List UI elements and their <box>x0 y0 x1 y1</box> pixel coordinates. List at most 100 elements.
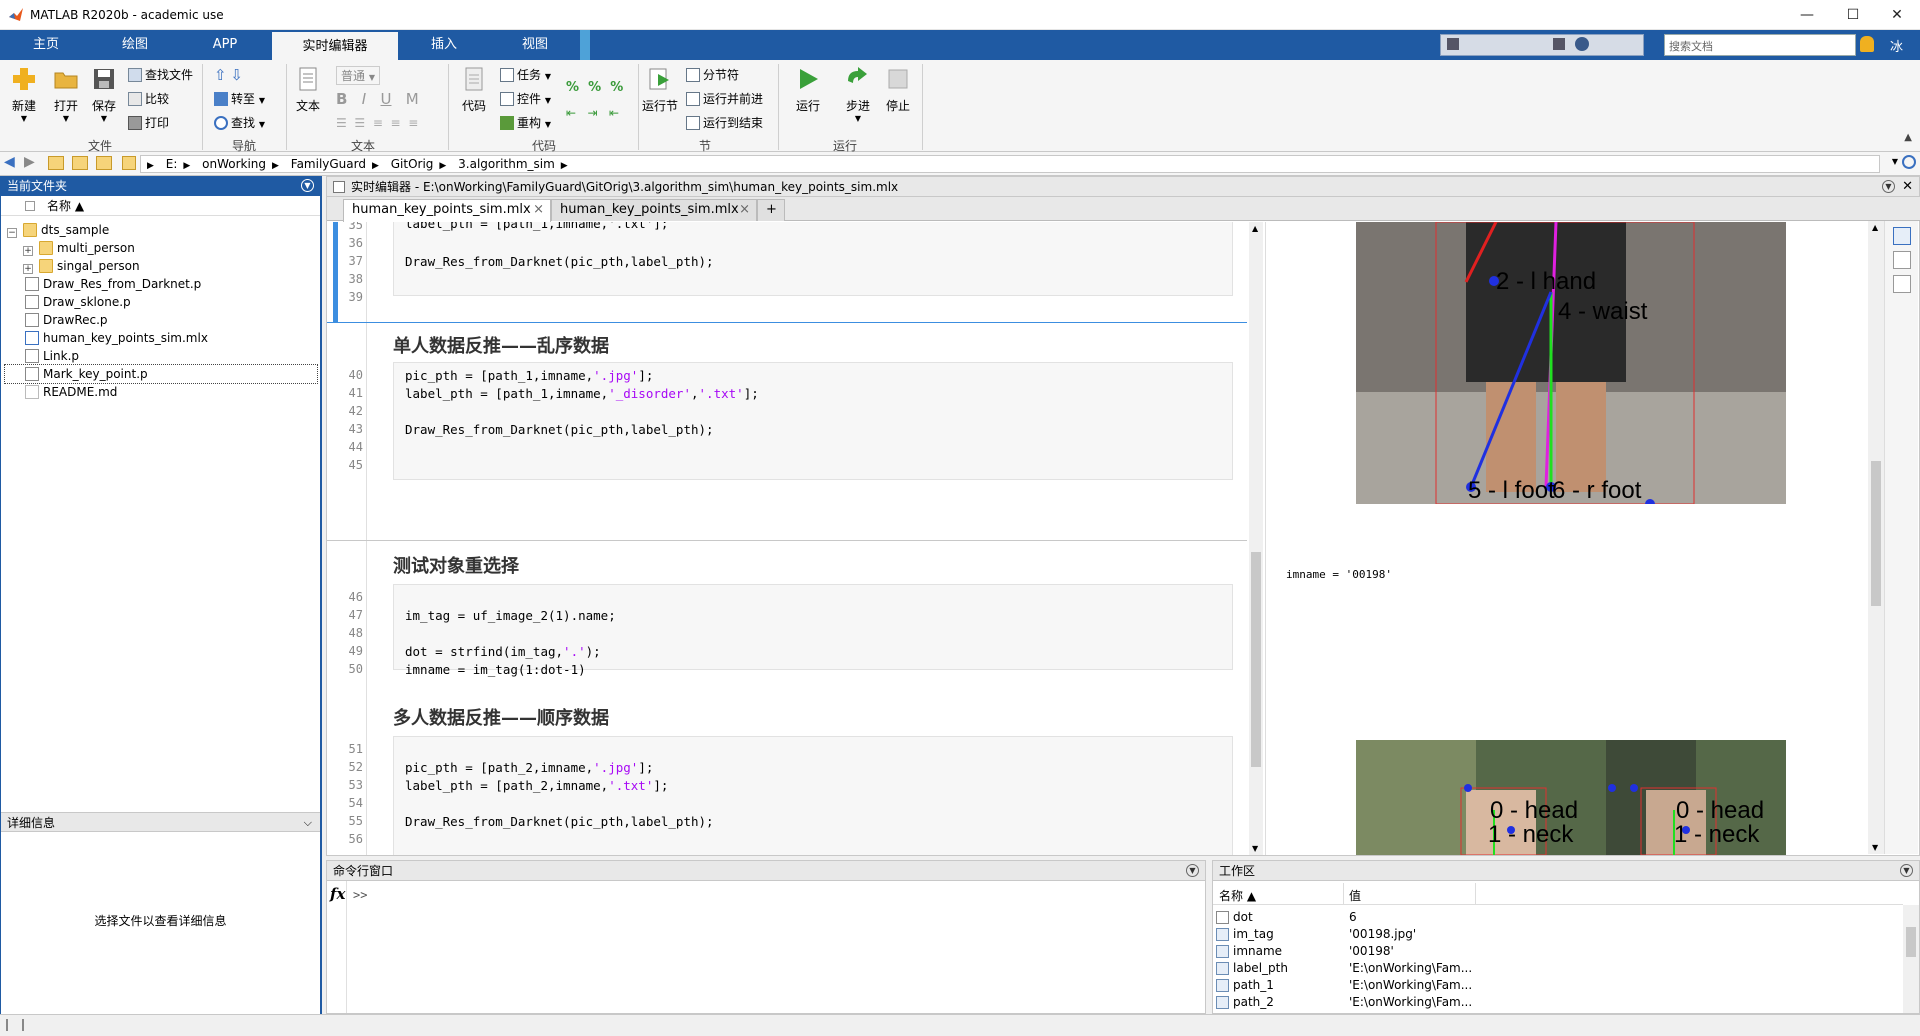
hide-code-icon[interactable] <box>1893 275 1911 293</box>
function-browser-icon[interactable]: fx <box>330 885 345 903</box>
compare-button[interactable]: 比较 <box>128 90 169 107</box>
panel-options-icon[interactable]: ▼ <box>301 179 314 192</box>
tree-item-dts-sample[interactable]: − dts_sample <box>7 221 109 239</box>
outdent-icon[interactable]: ⇤ <box>609 106 619 120</box>
goto-button[interactable]: 转至 ▼ <box>214 90 265 107</box>
text-button[interactable]: 文本 <box>290 66 326 114</box>
code-button[interactable]: 代码 <box>456 66 492 114</box>
tree-item-mlx[interactable]: human_key_points_sim.mlx <box>25 329 208 347</box>
value-column-header[interactable]: 值 <box>1349 887 1361 904</box>
scroll-up-icon[interactable]: ▲ <box>1872 223 1878 232</box>
scroll-thumb[interactable] <box>1906 927 1916 957</box>
workspace-row[interactable]: imname '00198' <box>1213 943 1903 960</box>
workspace-scrollbar[interactable] <box>1903 905 1919 1013</box>
quick-access-toolbar[interactable] <box>1440 34 1644 56</box>
details-header[interactable]: 详细信息 ⌵ <box>1 812 320 832</box>
find-files-button[interactable]: 查找文件 <box>128 66 193 83</box>
panel-options-icon[interactable]: ▼ <box>1900 864 1913 877</box>
search-folder-icon[interactable] <box>1902 155 1916 169</box>
workspace-row[interactable]: im_tag '00198.jpg' <box>1213 926 1903 943</box>
bullet-list-icon[interactable]: ☰ <box>336 116 347 130</box>
tree-item-multi-person[interactable]: + multi_person <box>23 239 135 257</box>
notification-bell-icon[interactable] <box>1860 36 1874 52</box>
browse-folder-icon[interactable] <box>96 156 112 170</box>
tree-item-mark-key-point[interactable]: Mark_key_point.p <box>4 364 318 384</box>
workspace-row[interactable]: path_1 'E:\onWorking\Fam... <box>1213 977 1903 994</box>
indent-icon[interactable]: ⇥ <box>588 106 598 120</box>
search-docs-input[interactable]: 搜索文档 <box>1664 34 1856 56</box>
close-tab-icon[interactable]: × <box>533 200 544 220</box>
breadcrumb-onworking[interactable]: onWorking <box>202 157 266 171</box>
user-name[interactable]: 冰 <box>1890 36 1903 55</box>
workspace-row[interactable]: dot 6 <box>1213 909 1903 926</box>
percent-icon[interactable]: % <box>566 80 579 95</box>
tree-item-draw-res[interactable]: Draw_Res_from_Darknet.p <box>25 275 201 293</box>
save-icon[interactable] <box>1447 38 1459 50</box>
close-button[interactable]: ✕ <box>1874 0 1920 30</box>
print-icon[interactable] <box>1553 38 1565 50</box>
panel-options-icon[interactable]: ▼ <box>1186 864 1199 877</box>
step-button[interactable]: 步进 ▼ <box>838 66 878 123</box>
indent-tools[interactable]: ⇤ ⇥ ⇤ <box>566 106 619 120</box>
back-arrow-icon[interactable]: ◀ <box>4 154 15 170</box>
run-to-end-button[interactable]: 运行到结束 <box>686 114 763 131</box>
maximize-button[interactable]: ☐ <box>1830 0 1876 30</box>
stop-button[interactable]: 停止 <box>880 66 916 114</box>
help-icon[interactable] <box>1575 37 1589 51</box>
tree-item-readme[interactable]: README.md <box>25 383 117 401</box>
new-button[interactable]: 新建 ▼ <box>6 66 42 123</box>
up-folder-icon[interactable] <box>72 156 88 170</box>
align-left-icon[interactable]: ≡ <box>373 116 383 130</box>
style-dropdown[interactable]: 普通 ▼ <box>336 66 380 85</box>
command-window[interactable]: 命令行窗口 ▼ fx >> <box>326 860 1206 1014</box>
scroll-up-icon[interactable]: ▲ <box>1252 224 1258 233</box>
bold-button[interactable]: B <box>336 90 347 108</box>
select-all-checkbox[interactable] <box>25 201 35 211</box>
tab-plots[interactable]: 绘图 <box>92 30 178 60</box>
task-button[interactable]: 任务 ▼ <box>500 66 551 83</box>
breadcrumb[interactable]: ▶ E: ▶ onWorking ▶ FamilyGuard ▶ GitOrig ▶ 3… <box>140 155 1880 173</box>
collapse-ribbon-icon[interactable]: ▲ <box>1904 132 1912 143</box>
expand-icon[interactable]: + <box>23 264 33 274</box>
section-break-button[interactable]: 分节符 <box>686 66 739 83</box>
close-panel-icon[interactable]: ✕ <box>1902 177 1913 197</box>
down-arrow-icon[interactable]: ⇩ <box>230 66 243 84</box>
breadcrumb-familyguard[interactable]: FamilyGuard <box>291 157 366 171</box>
minimize-button[interactable]: — <box>1784 0 1830 30</box>
folder-column-header[interactable]: 名称 ▲ <box>1 196 320 216</box>
control-button[interactable]: 控件 ▼ <box>500 90 551 107</box>
workspace-row[interactable]: path_2 'E:\onWorking\Fam... <box>1213 994 1903 1011</box>
output-inline-icon[interactable] <box>1893 251 1911 269</box>
nav-arrows[interactable]: ⇧ ⇩ <box>214 66 243 84</box>
tree-item-draw-sklone[interactable]: Draw_sklone.p <box>25 293 131 311</box>
tab-view[interactable]: 视图 <box>490 30 580 60</box>
smart-indent-icon[interactable]: ⇤ <box>566 106 576 120</box>
tab-home[interactable]: 主页 <box>0 30 92 60</box>
align-right-icon[interactable]: ≡ <box>408 116 418 130</box>
tree-item-drawrec[interactable]: DrawRec.p <box>25 311 108 329</box>
code-scrollbar[interactable]: ▲ ▼ <box>1249 222 1263 855</box>
tab-apps[interactable]: APP <box>178 30 272 60</box>
monospace-button[interactable]: M <box>406 90 419 108</box>
tree-item-link[interactable]: Link.p <box>25 347 79 365</box>
tab-insert[interactable]: 插入 <box>398 30 490 60</box>
name-column-header[interactable]: 名称 ▲ <box>1219 887 1256 904</box>
percent-strike-icon[interactable]: % <box>588 80 601 95</box>
breadcrumb-algorithm-sim[interactable]: 3.algorithm_sim <box>458 157 555 171</box>
collapse-icon[interactable]: − <box>7 228 17 238</box>
refactor-button[interactable]: 重构 ▼ <box>500 114 551 131</box>
chevron-down-icon[interactable]: ⌵ <box>304 813 312 833</box>
file-tab-active[interactable]: human_key_points_sim.mlx × <box>343 199 551 222</box>
name-column-label[interactable]: 名称 ▲ <box>47 196 84 216</box>
forward-arrow-icon[interactable]: ▶ <box>24 154 35 170</box>
output-scrollbar[interactable]: ▲ ▼ <box>1868 221 1884 854</box>
underline-button[interactable]: U <box>381 90 392 108</box>
up-arrow-icon[interactable]: ⇧ <box>214 66 227 84</box>
wrap-comment-icon[interactable]: % <box>610 80 623 95</box>
parent-folder-icon[interactable] <box>48 156 64 170</box>
tree-item-singal-person[interactable]: + singal_person <box>23 257 140 275</box>
scroll-down-icon[interactable]: ▼ <box>1252 844 1258 853</box>
address-dropdown-icon[interactable]: ▼ <box>1892 157 1898 166</box>
save-button[interactable]: 保存 ▼ <box>86 66 122 123</box>
workspace-row[interactable]: label_pth 'E:\onWorking\Fam... <box>1213 960 1903 977</box>
